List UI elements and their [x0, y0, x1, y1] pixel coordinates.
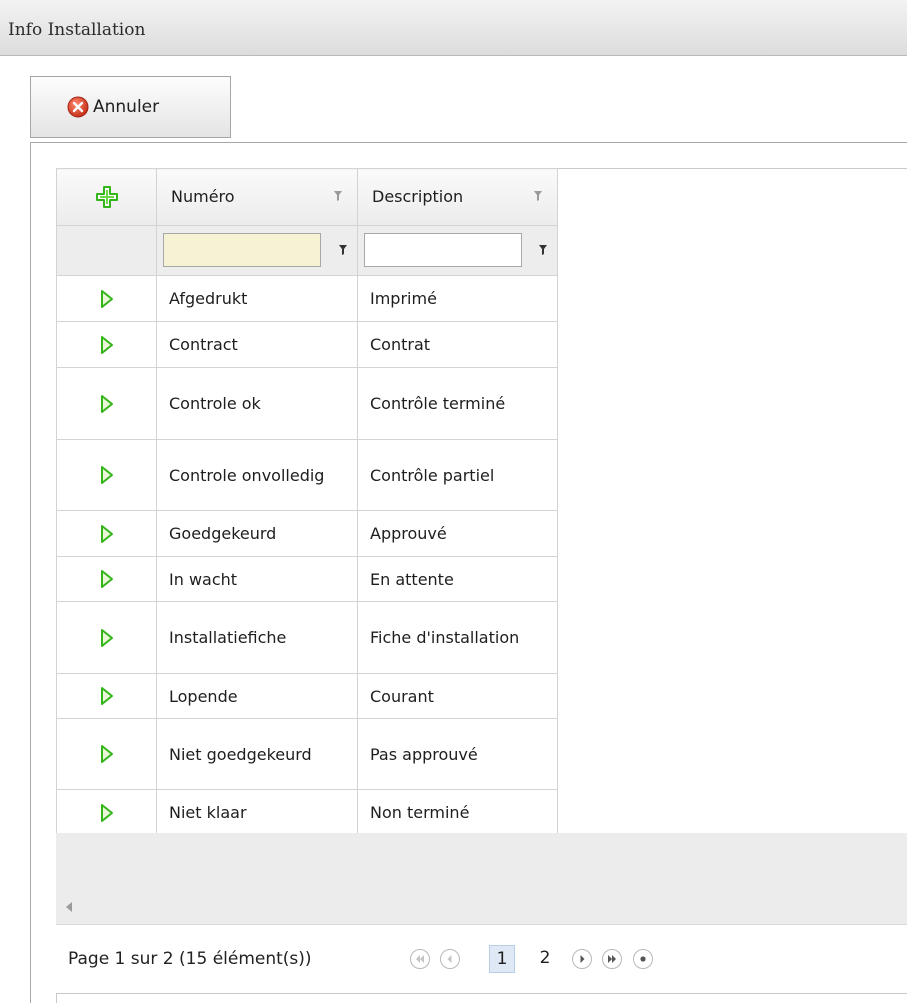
- cell-numero: In wacht: [156, 556, 358, 602]
- filter-funnel-icon[interactable]: [333, 190, 343, 202]
- cell-numero: Controle ok: [156, 367, 358, 440]
- dot-icon: [640, 956, 646, 962]
- green-arrow-icon: [100, 628, 113, 647]
- select-row-button[interactable]: [56, 321, 157, 368]
- cell-description: Contrôle partiel: [357, 439, 558, 511]
- last-page-icon: [608, 955, 616, 963]
- select-row-button[interactable]: [56, 673, 157, 719]
- cell-description: Fiche d'installation: [357, 601, 558, 674]
- grid-pager: Page 1 sur 2 (15 élément(s)) 1 2: [56, 925, 907, 994]
- next-page-icon: [580, 955, 585, 963]
- cell-numero: Niet klaar: [156, 789, 358, 836]
- select-row-button[interactable]: [56, 367, 157, 440]
- green-plus-icon: [95, 186, 118, 208]
- table-row[interactable]: In wacht En attente: [56, 556, 558, 602]
- select-row-button[interactable]: [56, 789, 157, 836]
- green-arrow-icon: [100, 524, 113, 543]
- previous-page-icon: [447, 955, 452, 963]
- select-row-button[interactable]: [56, 718, 157, 790]
- cell-numero: Goedgekeurd: [156, 510, 358, 557]
- green-arrow-icon: [100, 466, 113, 484]
- table-row[interactable]: Goedgekeurd Approuvé: [56, 510, 558, 557]
- description-filter-button[interactable]: [537, 241, 549, 259]
- column-header-numero-label: Numéro: [171, 187, 235, 206]
- cell-description: Contrôle terminé: [357, 367, 558, 440]
- select-row-button[interactable]: [56, 275, 157, 322]
- green-arrow-icon: [100, 289, 113, 308]
- table-row[interactable]: Lopende Courant: [56, 673, 558, 719]
- cell-numero: Niet goedgekeurd: [156, 718, 358, 790]
- green-arrow-icon: [100, 687, 113, 705]
- cell-description: En attente: [357, 556, 558, 602]
- filter-cell-description: [357, 225, 558, 276]
- pager-summary: Page 1 sur 2 (15 élément(s)): [68, 949, 312, 969]
- previous-page-button[interactable]: [440, 949, 460, 969]
- select-row-button[interactable]: [56, 510, 157, 557]
- cell-description: Contrat: [357, 321, 558, 368]
- table-row[interactable]: Contract Contrat: [56, 321, 558, 368]
- green-arrow-icon: [100, 803, 113, 822]
- column-header-description[interactable]: Description: [357, 168, 558, 226]
- description-filter-input[interactable]: [364, 233, 522, 267]
- table-row[interactable]: Niet goedgekeurd Pas approuvé: [56, 718, 558, 790]
- select-row-button[interactable]: [56, 556, 157, 602]
- grid-header-row: Numéro Description: [56, 168, 558, 226]
- table-row[interactable]: Controle onvolledig Contrôle partiel: [56, 439, 558, 511]
- grid-filter-row: [56, 225, 558, 276]
- table-row[interactable]: Niet klaar Non terminé: [56, 789, 558, 836]
- column-header-numero[interactable]: Numéro: [156, 168, 358, 226]
- page-1-button[interactable]: 1: [489, 945, 515, 973]
- table-row[interactable]: Installatiefiche Fiche d'installation: [56, 601, 558, 674]
- green-arrow-icon: [100, 335, 113, 354]
- filter-funnel-icon: [339, 245, 347, 255]
- cancel-button[interactable]: Annuler: [30, 76, 231, 138]
- last-page-button[interactable]: [602, 949, 622, 969]
- green-arrow-icon: [100, 570, 113, 588]
- cell-description: Imprimé: [357, 275, 558, 322]
- filter-cell-empty: [56, 225, 157, 276]
- green-arrow-icon: [100, 745, 113, 763]
- table-row[interactable]: Afgedrukt Imprimé: [56, 275, 558, 322]
- cell-numero: Controle onvolledig: [156, 439, 358, 511]
- cell-numero: Lopende: [156, 673, 358, 719]
- red-x-circle-icon: [67, 96, 89, 118]
- first-page-icon: [416, 955, 424, 963]
- cell-numero: Installatiefiche: [156, 601, 358, 674]
- first-page-button[interactable]: [410, 949, 430, 969]
- grid-empty-area: [56, 833, 907, 925]
- next-page-button[interactable]: [572, 949, 592, 969]
- cell-description: Non terminé: [357, 789, 558, 836]
- scroll-left-arrow[interactable]: [66, 902, 72, 912]
- cell-description: Pas approuvé: [357, 718, 558, 790]
- window-title: Info Installation: [8, 20, 146, 40]
- cell-description: Approuvé: [357, 510, 558, 557]
- filter-funnel-icon[interactable]: [533, 190, 543, 202]
- cell-numero: Afgedrukt: [156, 275, 358, 322]
- column-header-description-label: Description: [372, 187, 464, 206]
- show-all-button[interactable]: [633, 949, 653, 969]
- numero-filter-button[interactable]: [337, 241, 349, 259]
- cell-description: Courant: [357, 673, 558, 719]
- data-grid: Numéro Description Afgedrukt Imprimé Con…: [56, 168, 558, 836]
- cell-numero: Contract: [156, 321, 358, 368]
- page-2-button[interactable]: 2: [532, 945, 558, 973]
- green-arrow-icon: [100, 394, 113, 413]
- filter-funnel-icon: [539, 245, 547, 255]
- select-row-button[interactable]: [56, 439, 157, 511]
- select-row-button[interactable]: [56, 601, 157, 674]
- add-row-button[interactable]: [56, 168, 157, 226]
- cancel-button-label: Annuler: [93, 97, 160, 117]
- filter-cell-numero: [156, 225, 358, 276]
- window-titlebar: Info Installation: [0, 0, 907, 56]
- table-row[interactable]: Controle ok Contrôle terminé: [56, 367, 558, 440]
- numero-filter-input[interactable]: [163, 233, 321, 267]
